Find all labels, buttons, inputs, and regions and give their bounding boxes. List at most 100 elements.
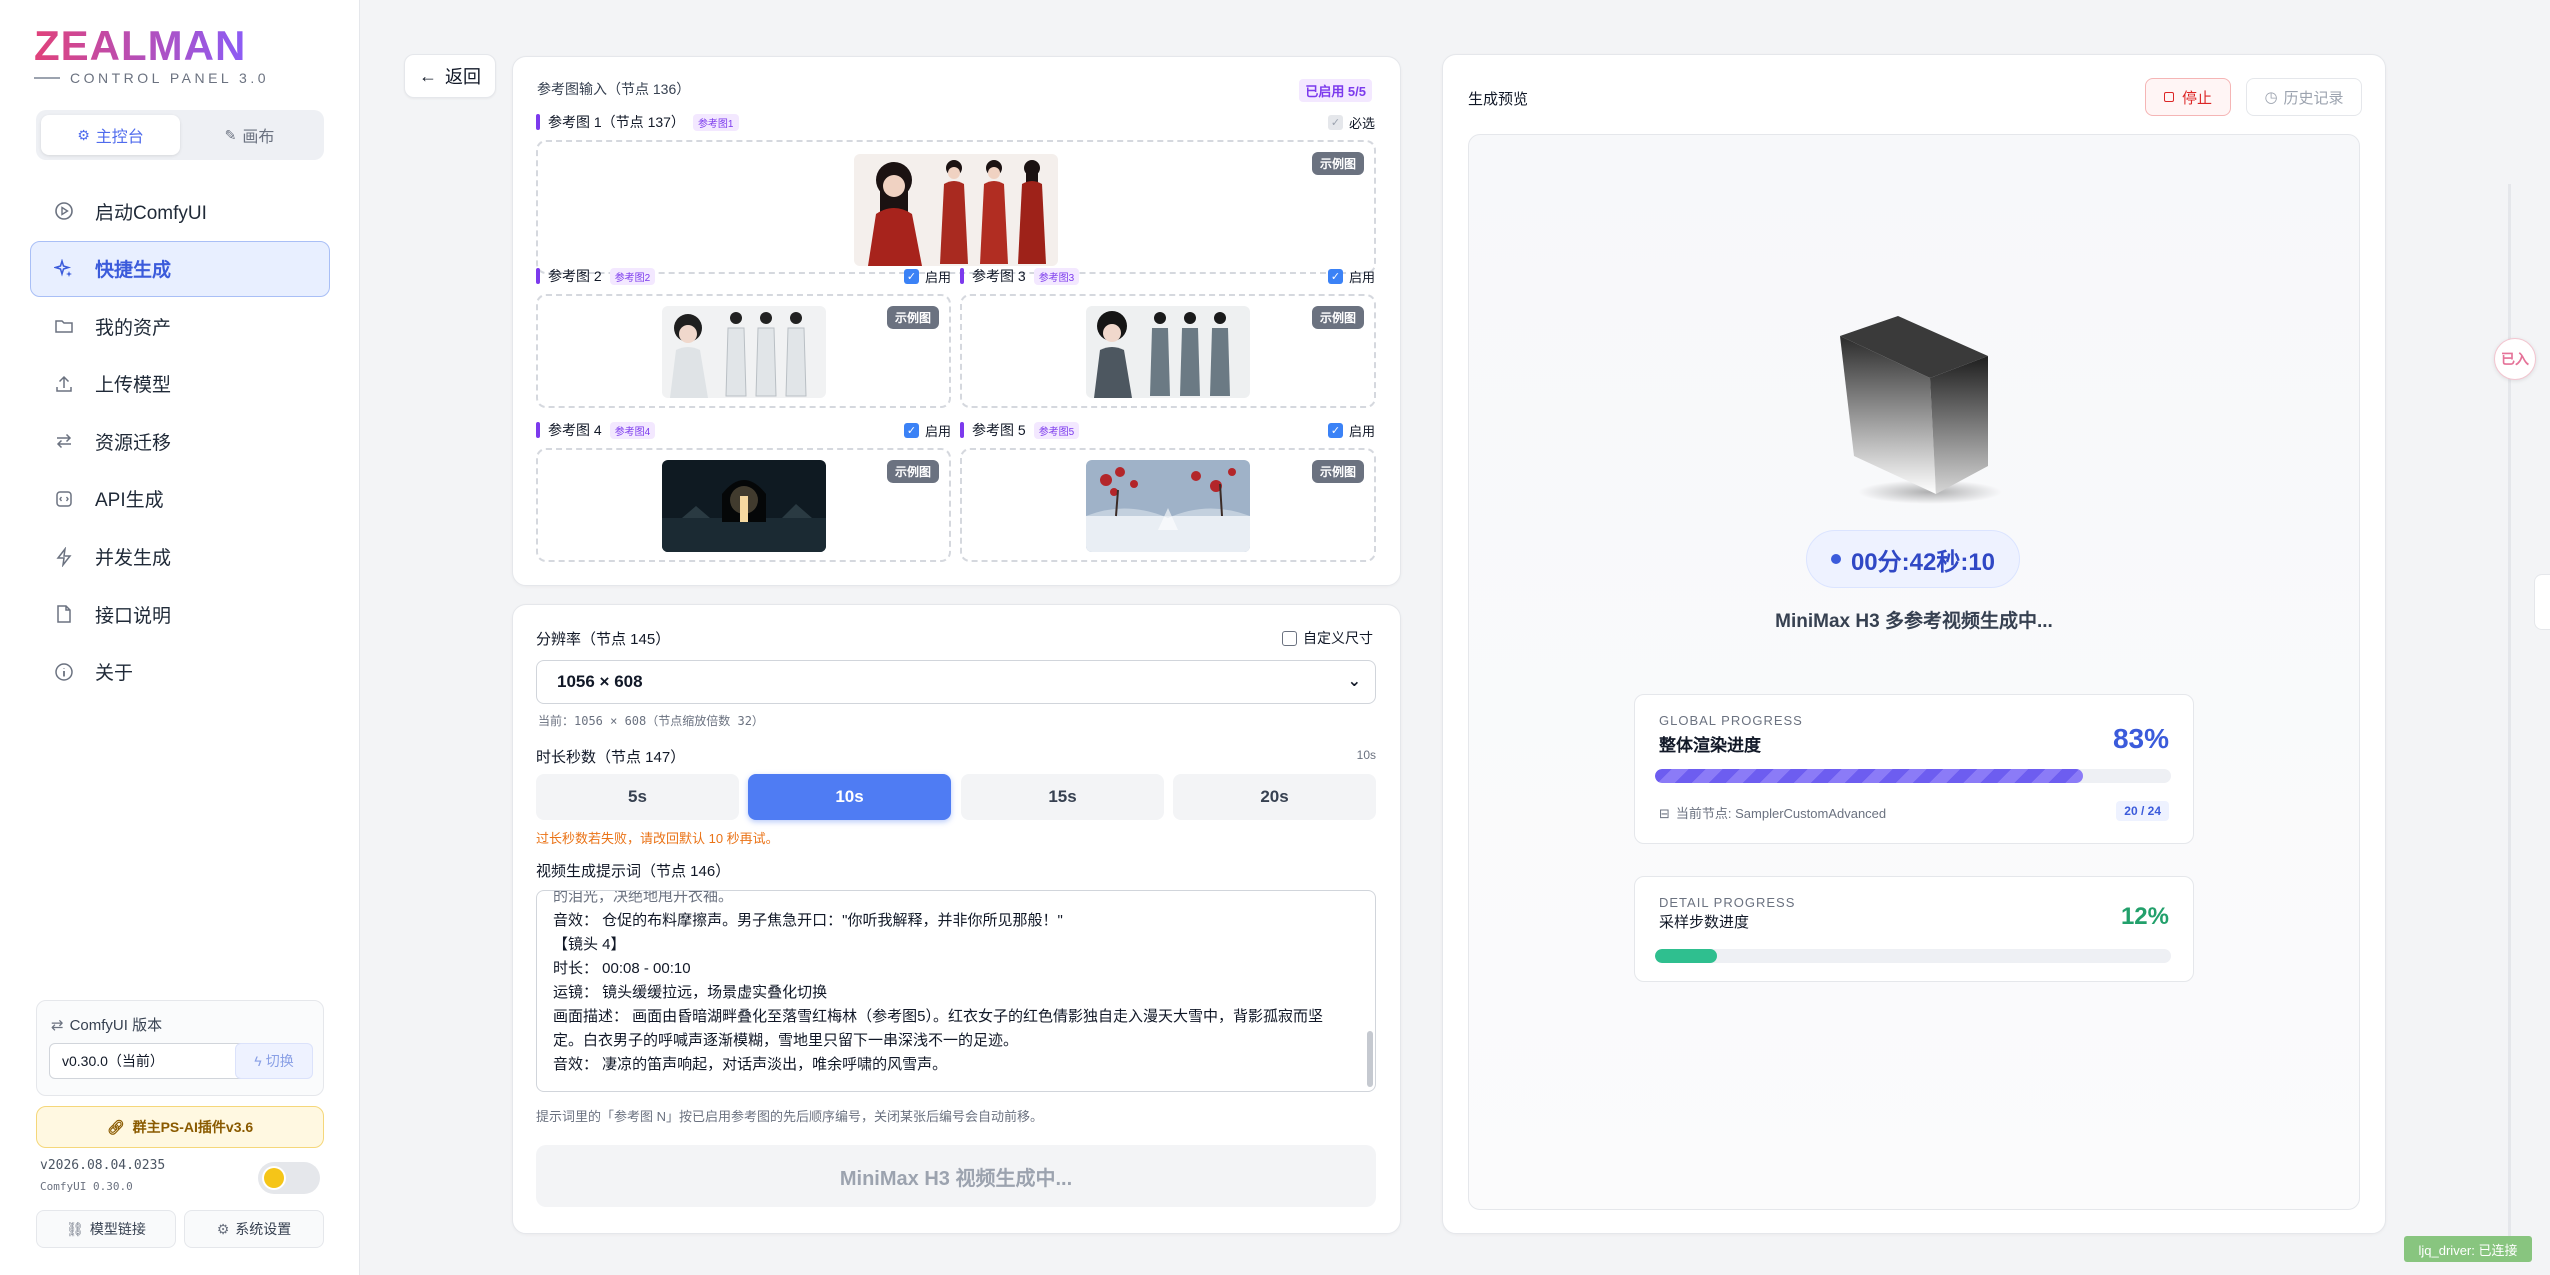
ref-2-demo-badge: 示例图 [886, 306, 939, 329]
duration-15s-button[interactable]: 15s [961, 774, 1164, 820]
transfer-icon [53, 430, 75, 452]
sun-icon [264, 1168, 284, 1188]
duration-10s-button[interactable]: 10s [748, 774, 951, 820]
ref-1-dropzone[interactable]: 示例图 [536, 140, 1376, 274]
sidebar-item-api-generate[interactable]: API生成 [30, 471, 330, 527]
lightning-icon [53, 546, 75, 568]
ref-1-label: 参考图 1（节点 137） 参考图1 [536, 112, 739, 132]
ref-4-thumbnail [662, 460, 826, 552]
duration-current: 10s [1356, 748, 1376, 762]
prompt-hint: 提示词里的「参考图 N」按已启用参考图的先后顺序编号，关闭某张后编号会自动前移。 [536, 1109, 1044, 1124]
stop-icon [2163, 92, 2174, 102]
detail-progress-percent: 12% [2120, 903, 2169, 930]
prompt-line: 运镜： 镜头缓缓拉远，场景虚实叠化切换 [553, 984, 828, 1001]
comfyui-version-title: ⇄ ComfyUI 版本 [51, 1017, 163, 1034]
connection-status: ljq_driver: 已连接 [2404, 1236, 2532, 1262]
duration-label: 时长秒数（节点 147） [536, 749, 686, 766]
sidebar-item-concurrent-generate[interactable]: 并发生成 [30, 529, 330, 585]
ref-1-thumbnail [854, 154, 1058, 266]
detail-progress-card: DETAIL PROGRESS 采样步数进度 12% [1634, 876, 2194, 982]
side-drawer-handle[interactable] [2534, 574, 2550, 630]
step-counter: 20 / 24 [2116, 801, 2169, 821]
arrow-left-icon: ← [419, 65, 437, 86]
ref-5-dropzone[interactable]: 示例图 [960, 448, 1376, 562]
loading-cube-icon [1824, 308, 2024, 508]
ref-1-required-checkbox[interactable]: ✓ 必选 [1328, 113, 1375, 132]
global-progress-track [1655, 769, 2171, 783]
ref-3-dropzone[interactable]: 示例图 [960, 294, 1376, 408]
tab-console[interactable]: ⚙ 主控台 [41, 115, 180, 155]
detail-progress-kicker: DETAIL PROGRESS [1659, 895, 1796, 910]
theme-toggle[interactable] [258, 1162, 320, 1194]
sidebar-item-my-assets[interactable]: 我的资产 [30, 298, 330, 354]
ref-4-enable-checkbox[interactable]: ✓ 启用 [904, 421, 951, 440]
sidebar-item-label: 上传模型 [95, 375, 172, 397]
ref-4-demo-badge: 示例图 [886, 460, 939, 483]
document-icon [53, 603, 75, 625]
reference-title: 参考图输入（节点 136） [537, 81, 691, 97]
stop-button[interactable]: 停止 [2145, 78, 2231, 116]
sidebar-item-label: 并发生成 [95, 548, 172, 570]
api-icon [53, 488, 75, 510]
sidebar-item-about[interactable]: 关于 [30, 644, 330, 700]
prompt-line: 【镜头 4】 [553, 936, 626, 953]
generation-status: MiniMax H3 多参考视频生成中... [1775, 611, 2053, 632]
global-progress-kicker: GLOBAL PROGRESS [1659, 713, 1803, 728]
ref-3-enable-checkbox[interactable]: ✓ 启用 [1328, 267, 1375, 286]
app-logo: ZEALMAN [34, 22, 247, 69]
logo-subtitle: CONTROL PANEL 3.0 [34, 70, 269, 86]
system-settings-button[interactable]: ⚙ 系统设置 [184, 1210, 324, 1248]
sidebar-item-start-comfyui[interactable]: 启动ComfyUI [30, 183, 330, 239]
sidebar-nav: 启动ComfyUI 快捷生成 我的资产 上传模型 资源迁移 API生成 并发生成… [30, 183, 330, 701]
plugin-link-button[interactable]: 🔗︎ 群主PS-AI插件v3.6 [36, 1106, 324, 1148]
back-button[interactable]: ← 返回 [404, 54, 496, 98]
ref-2-thumbnail [662, 306, 826, 398]
switch-version-button[interactable]: ϟ 切换 [235, 1043, 313, 1079]
custom-size-checkbox[interactable]: 自定义尺寸 [1282, 628, 1373, 648]
comfyui-build: ComfyUI 0.30.0 [40, 1180, 133, 1193]
sidebar: ZEALMAN CONTROL PANEL 3.0 ⚙ 主控台 ✎ 画布 启动Com… [0, 0, 360, 1275]
prompt-textarea[interactable]: 的泪光，决绝地甩开衣袖。 音效： 仓促的布料摩擦声。男子焦急开口："你听我解释，… [536, 890, 1376, 1092]
detail-progress-title: 采样步数进度 [1659, 914, 1750, 931]
ref-3-thumbnail [1086, 306, 1250, 398]
detail-progress-fill [1655, 949, 1717, 963]
ref-2-enable-checkbox[interactable]: ✓ 启用 [904, 267, 951, 286]
ref-4-dropzone[interactable]: 示例图 [536, 448, 951, 562]
model-links-button[interactable]: ⛓ 模型链接 [36, 1210, 176, 1248]
ref-5-demo-badge: 示例图 [1311, 460, 1364, 483]
info-icon [53, 661, 75, 683]
preview-area [1468, 134, 2360, 1210]
sidebar-item-label: 快捷生成 [95, 260, 172, 282]
enabled-count-badge: 已启用 5/5 [1299, 79, 1372, 102]
status-dot [1830, 554, 1841, 564]
sidebar-item-resource-migration[interactable]: 资源迁移 [30, 413, 330, 469]
build-version: v2026.08.04.0235 [40, 1158, 166, 1173]
tab-canvas[interactable]: ✎ 画布 [180, 115, 319, 155]
ref-3-demo-badge: 示例图 [1311, 306, 1364, 329]
prompt-scrollbar[interactable] [1367, 1031, 1373, 1087]
history-button[interactable]: ◷ 历史记录 [2246, 78, 2362, 116]
link-icon: ⛓ [66, 1220, 84, 1237]
prompt-line: 音效： 凄凉的笛声响起，对话声淡出，唯余呼啸的风雪声。 [553, 1056, 948, 1073]
play-circle-icon [53, 200, 75, 222]
sidebar-item-api-docs[interactable]: 接口说明 [30, 586, 330, 642]
ref-5-enable-checkbox[interactable]: ✓ 启用 [1328, 421, 1375, 440]
ref-2-dropzone[interactable]: 示例图 [536, 294, 951, 408]
comfyui-version-select[interactable]: v0.30.0（当前）⌄ [49, 1043, 259, 1079]
swap-icon: ⇄ [51, 1017, 64, 1034]
duration-5s-button[interactable]: 5s [536, 774, 739, 820]
duration-20s-button[interactable]: 20s [1173, 774, 1376, 820]
generate-button[interactable]: MiniMax H3 视频生成中... [536, 1145, 1376, 1207]
resolution-select[interactable]: 1056 × 608 ⌄ [536, 660, 1376, 704]
prompt-line: 音效： 仓促的布料摩擦声。男子焦急开口："你听我解释，并非你所见那般！" [553, 912, 1063, 929]
floating-badge-icon[interactable]: 已入 [2494, 338, 2536, 380]
check-icon: ✓ [1328, 423, 1343, 438]
check-icon: ✓ [904, 423, 919, 438]
sidebar-item-upload-model[interactable]: 上传模型 [30, 356, 330, 412]
sidebar-item-label: API生成 [95, 490, 164, 512]
sidebar-item-quick-generate[interactable]: 快捷生成 [30, 240, 330, 297]
prompt-line: 画面描述： 画面由昏暗湖畔叠化至落雪红梅林（参考图5）。红衣女子的红色倩影独自走… [553, 1008, 1324, 1025]
ref-2-label: 参考图 2 参考图2 [536, 266, 656, 286]
gear-icon: ⚙ [77, 126, 90, 143]
folder-icon [53, 315, 75, 337]
